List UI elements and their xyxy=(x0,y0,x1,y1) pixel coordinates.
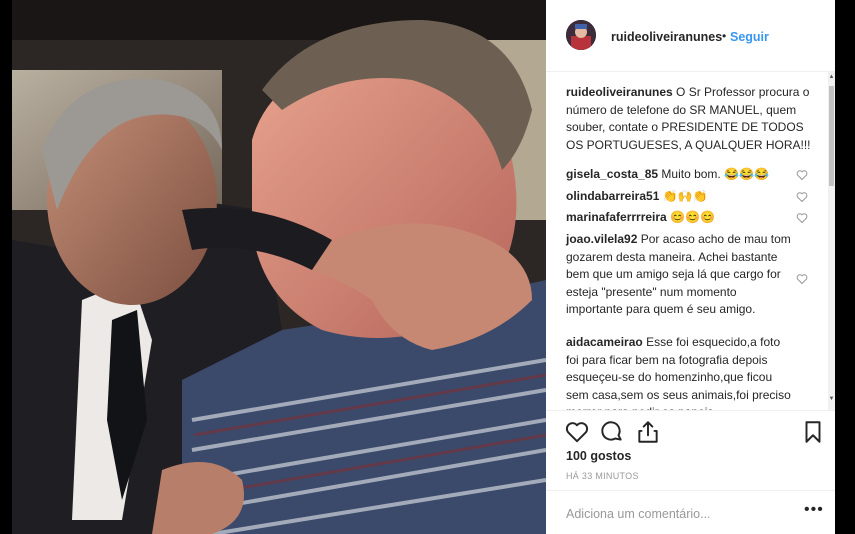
comments-list: ruideoliveiranunes O Sr Professor procur… xyxy=(546,72,835,410)
like-comment-heart-icon[interactable] xyxy=(796,191,808,203)
like-comment-heart-icon[interactable] xyxy=(796,212,808,224)
add-comment-bar: Adiciona um comentário... ••• xyxy=(546,490,835,534)
avatar[interactable] xyxy=(566,20,596,50)
list-item: aidacameirao Esse foi esquecido,a foto f… xyxy=(566,334,791,410)
save-bookmark-icon[interactable] xyxy=(800,419,826,445)
photo-illustration xyxy=(12,0,546,534)
comment-username[interactable]: marinafaferrrreira xyxy=(566,210,667,224)
avatar-image xyxy=(566,20,596,50)
scroll-down-arrow-icon[interactable]: ▼ xyxy=(828,396,835,402)
post-timestamp: HÁ 33 MINUTOS xyxy=(566,471,639,481)
comment-bubble-icon[interactable] xyxy=(599,419,625,445)
share-icon[interactable] xyxy=(635,419,661,445)
like-comment-heart-icon[interactable] xyxy=(796,273,808,285)
comment-username[interactable]: joao.vilela92 xyxy=(566,232,637,246)
post-caption: ruideoliveiranunes O Sr Professor procur… xyxy=(566,84,811,154)
list-item: olindabarreira51 👏🙌👏 xyxy=(566,188,806,206)
username-link[interactable]: ruideoliveiranunes xyxy=(611,30,722,44)
follow-button[interactable]: Seguir xyxy=(730,30,769,44)
post-header: ruideoliveiranunes • Seguir xyxy=(546,0,835,72)
comment-username[interactable]: aidacameirao xyxy=(566,335,643,349)
post-photo[interactable] xyxy=(12,0,546,534)
comment-text: 👏🙌👏 xyxy=(662,189,708,203)
list-item: marinafaferrrreira 😊😊😊 xyxy=(566,209,806,227)
like-comment-heart-icon[interactable] xyxy=(796,169,808,181)
post-actions: 100 gostos HÁ 33 MINUTOS xyxy=(546,410,835,490)
comment-username[interactable]: olindabarreira51 xyxy=(566,189,659,203)
scroll-up-arrow-icon[interactable]: ▲ xyxy=(828,74,835,80)
list-item: gisela_costa_85 Muito bom. 😂😂😂 xyxy=(566,166,806,184)
caption-username[interactable]: ruideoliveiranunes xyxy=(566,85,673,99)
like-heart-icon[interactable] xyxy=(564,419,590,445)
comment-text: 😊😊😊 xyxy=(670,210,715,224)
scrollbar-thumb[interactable] xyxy=(829,86,834,186)
comments-scrollbar[interactable]: ▲ ▼ xyxy=(828,72,835,410)
likes-count[interactable]: 100 gostos xyxy=(566,449,631,463)
comment-username[interactable]: gisela_costa_85 xyxy=(566,167,658,181)
post-side-panel: ruideoliveiranunes • Seguir ruideoliveir… xyxy=(546,0,835,534)
separator-dot: • xyxy=(722,29,727,43)
comment-text: Muito bom. 😂😂😂 xyxy=(661,167,769,181)
add-comment-input[interactable]: Adiciona um comentário... xyxy=(566,507,711,521)
more-options-button[interactable]: ••• xyxy=(804,501,824,519)
list-item: joao.vilela92 Por acaso acho de mau tom … xyxy=(566,231,791,319)
